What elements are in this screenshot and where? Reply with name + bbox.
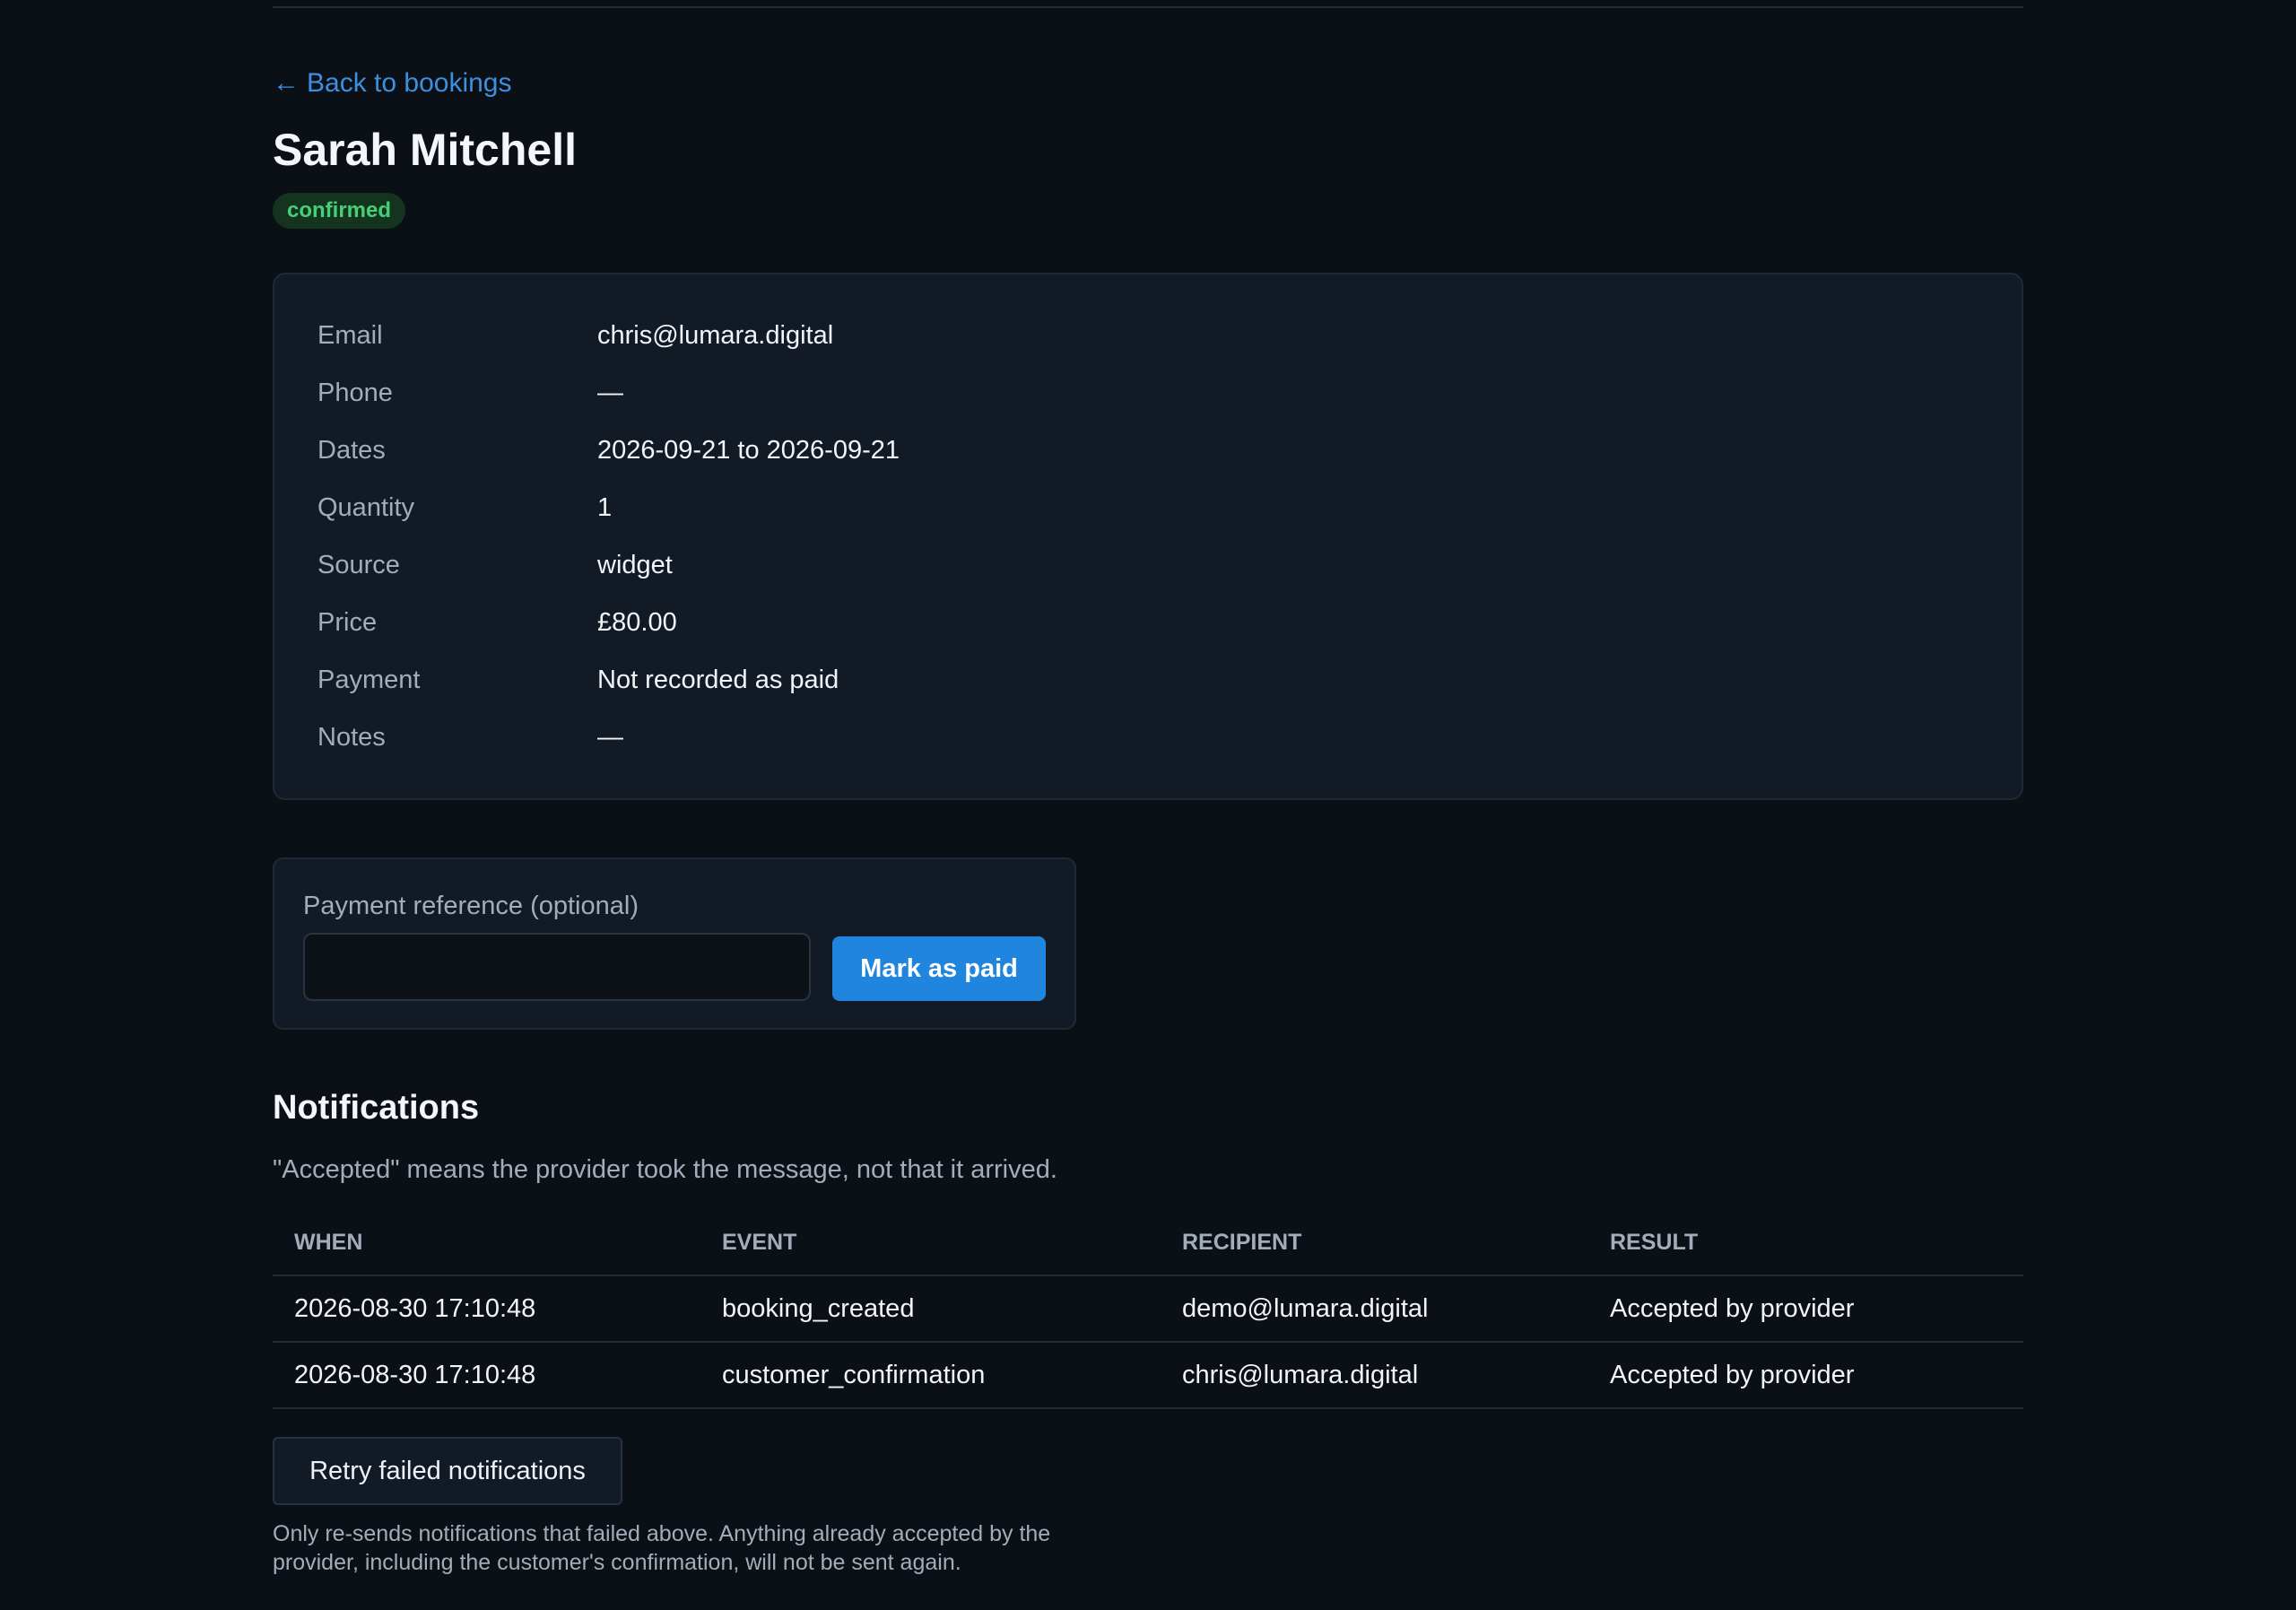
payment-reference-label: Payment reference (optional) [303,892,639,920]
notifications-title: Notifications [273,1089,480,1127]
cell-result: Accepted by provider [1588,1275,2023,1343]
cell-when: 2026-08-30 17:10:48 [273,1275,700,1343]
retry-help-text: Only re-sends notifications that failed … [273,1521,1051,1575]
column-header-result: RESULT [1588,1211,2023,1276]
detail-row-price: Price £80.00 [317,605,677,640]
cell-recipient: chris@lumara.digital [1161,1342,1588,1409]
cell-when: 2026-08-30 17:10:48 [273,1342,700,1409]
detail-row-phone: Phone — [317,375,623,411]
table-row: 2026-08-30 17:10:48 booking_created demo… [273,1275,2023,1343]
column-header-when: WHEN [273,1211,700,1276]
retry-failed-notifications-button[interactable]: Retry failed notifications [273,1437,622,1505]
top-divider [273,6,2023,8]
table-header-row: WHEN EVENT RECIPIENT RESULT [273,1211,2023,1276]
notifications-table: WHEN EVENT RECIPIENT RESULT 2026-08-30 1… [273,1211,2023,1409]
detail-label: Source [317,550,400,579]
detail-value: 2026-09-21 to 2026-09-21 [597,435,900,465]
detail-row-dates: Dates 2026-09-21 to 2026-09-21 [317,432,900,468]
detail-label: Email [317,320,383,350]
detail-label: Price [317,607,378,637]
detail-value: — [597,378,623,407]
status-badge: confirmed [273,193,406,229]
page-title: Sarah Mitchell [273,125,577,175]
detail-label: Phone [317,378,393,407]
cell-event: booking_created [700,1275,1161,1343]
detail-value: £80.00 [597,607,677,637]
column-header-recipient: RECIPIENT [1161,1211,1588,1276]
detail-value: — [597,722,623,752]
cell-recipient: demo@lumara.digital [1161,1275,1588,1343]
detail-value: Not recorded as paid [597,665,839,694]
payment-reference-input[interactable] [303,933,811,1001]
booking-details-card: Email chris@lumara.digital Phone — Dates… [273,273,2023,800]
notifications-note: "Accepted" means the provider took the m… [273,1155,1057,1184]
cell-event: customer_confirmation [700,1342,1161,1409]
detail-row-source: Source widget [317,547,673,583]
detail-label: Quantity [317,492,414,522]
detail-value: 1 [597,492,613,522]
back-to-bookings-link[interactable]: ← Back to bookings [273,68,511,99]
detail-label: Dates [317,435,386,465]
payment-form-card: Payment reference (optional) Mark as pai… [273,857,1076,1030]
detail-label: Notes [317,722,386,752]
detail-row-quantity: Quantity 1 [317,490,612,526]
detail-value: chris@lumara.digital [597,320,834,350]
detail-row-notes: Notes — [317,719,623,755]
detail-row-payment: Payment Not recorded as paid [317,662,839,698]
detail-label: Payment [317,665,421,694]
column-header-event: EVENT [700,1211,1161,1276]
arrow-left-icon: ← [273,68,300,98]
back-link-label: Back to bookings [307,68,512,98]
cell-result: Accepted by provider [1588,1342,2023,1409]
detail-row-email: Email chris@lumara.digital [317,318,833,353]
mark-as-paid-button[interactable]: Mark as paid [832,936,1046,1001]
table-row: 2026-08-30 17:10:48 customer_confirmatio… [273,1342,2023,1409]
detail-value: widget [597,550,673,579]
